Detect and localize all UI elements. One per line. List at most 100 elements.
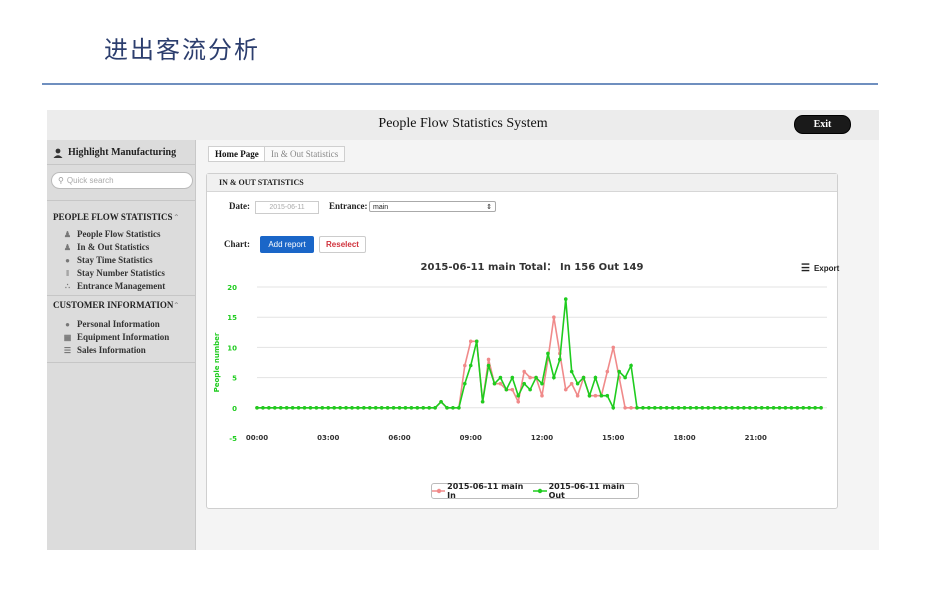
chevron-up-icon[interactable]: ⌃ [173,301,180,310]
series-out-point [463,381,467,386]
top-bar: People Flow Statistics System Exit [47,110,879,141]
chart-grid [257,286,827,409]
series-out-point [302,406,307,410]
series-out-point [807,406,811,410]
series-in-point [516,399,521,404]
exit-button[interactable]: Exit [794,115,851,134]
series-out-point [498,375,503,380]
y-tick-label: 10 [227,344,237,352]
series-out-point [706,406,711,410]
add-report-button[interactable]: Add report [260,236,314,253]
series-out-point [629,363,633,368]
series-out-point [724,406,728,410]
panel-title: IN & OUT STATISTICS [207,174,837,192]
series-out-point [516,393,521,398]
x-tick-label: 09:00 [460,434,482,442]
section-customer-info[interactable]: CUSTOMER INFORMATION [53,300,173,310]
series-out-point [397,406,402,410]
slide-title: 进出客流分析 [104,36,260,64]
device-icon: ▦ [63,332,72,342]
series-out-point [445,406,449,410]
y-axis: -5 0 5 10 15 20 [227,284,237,443]
bars-icon: ‖ [66,268,69,278]
sidebar: Highlight Manufacturing ⚲ Quick search P… [47,140,196,550]
sidebar-item-personal-info[interactable]: ● Personal Information [63,319,160,329]
series-out-point [308,406,313,410]
date-field[interactable]: 2015-06-11 [255,201,319,214]
series-out-point [344,406,348,410]
sidebar-item-label: Equipment Information [77,332,170,342]
people-icon: ♟ [63,229,72,239]
company-name: Highlight Manufacturing [53,147,176,158]
legend-item-in[interactable]: 2015-06-11 main In [432,482,529,500]
series-in-point [528,375,532,380]
chart-title: 2015-06-11 main Total： In 156 Out 149 [421,262,644,273]
series-out-point [362,406,366,410]
chart-series [255,297,823,411]
sidebar-item-stay-time[interactable]: ● Stay Time Statistics [63,255,153,265]
series-out-point [391,406,396,410]
series-in-point [629,406,633,410]
series-out-line [257,299,822,411]
sidebar-item-in-out[interactable]: ♟ In & Out Statistics [63,242,149,252]
sidebar-item-people-flow[interactable]: ♟ People Flow Statistics [63,229,161,239]
y-tick-label: 0 [232,405,237,413]
series-out-point [528,387,532,392]
series-out-point [296,406,301,410]
series-out-point [273,406,277,410]
series-out-point [593,375,598,380]
app-window: People Flow Statistics System Exit Highl… [47,110,879,550]
series-out-point [267,406,271,410]
series-out-point [314,406,319,410]
series-out-point [350,406,354,410]
series-out-point [457,406,461,410]
series-out-point [670,406,675,410]
series-out-point [522,381,526,386]
sidebar-item-stay-number[interactable]: ‖ Stay Number Statistics [63,268,165,278]
slide-divider [42,83,878,85]
series-in-point [552,315,556,319]
section-people-flow[interactable]: PEOPLE FLOW STATISTICS [53,212,173,222]
sidebar-item-sales-info[interactable]: ☰ Sales Information [63,345,146,355]
series-out-point [587,393,592,398]
sidebar-item-equipment-info[interactable]: ▦ Equipment Information [63,332,170,342]
series-out-point [540,381,544,386]
series-in-point [486,357,491,362]
legend-item-out[interactable]: 2015-06-11 main Out [533,482,638,500]
series-out-point [569,369,574,374]
series-out-point [403,406,408,410]
app-title: People Flow Statistics System [378,116,548,131]
series-out-point [753,406,758,410]
x-tick-label: 18:00 [673,434,695,442]
series-out-point [718,406,722,410]
series-out-point [356,406,360,410]
sidebar-item-label: Entrance Management [77,281,166,291]
series-in-point [575,393,580,398]
entrance-select[interactable]: main ⇕ [369,201,496,212]
series-out-point [635,406,639,410]
chevron-up-icon[interactable]: ⌃ [173,213,180,222]
reselect-button[interactable]: Reselect [319,236,366,253]
list-icon: ☰ [63,345,72,355]
y-tick-label: -5 [229,435,237,443]
series-out-point [700,406,705,410]
breadcrumb-home[interactable]: Home Page [208,146,266,162]
sidebar-divider [47,164,195,165]
series-out-point [759,406,764,410]
series-out-point [261,406,265,410]
sidebar-item-label: Stay Number Statistics [77,268,165,278]
person-icon: ● [65,319,70,329]
x-tick-label: 06:00 [388,434,410,442]
series-out-point [278,406,283,410]
search-input[interactable]: ⚲ Quick search [51,172,193,189]
series-out-point [777,406,782,410]
series-in-point [593,393,598,398]
sidebar-item-label: Stay Time Statistics [77,255,153,265]
series-out-point [789,406,794,410]
x-tick-label: 15:00 [602,434,624,442]
series-in-point [611,345,616,350]
network-icon: ∴ [64,281,71,291]
sidebar-item-entrance[interactable]: ∴ Entrance Management [63,281,165,291]
series-out-point [480,399,485,404]
series-out-point [730,406,734,410]
